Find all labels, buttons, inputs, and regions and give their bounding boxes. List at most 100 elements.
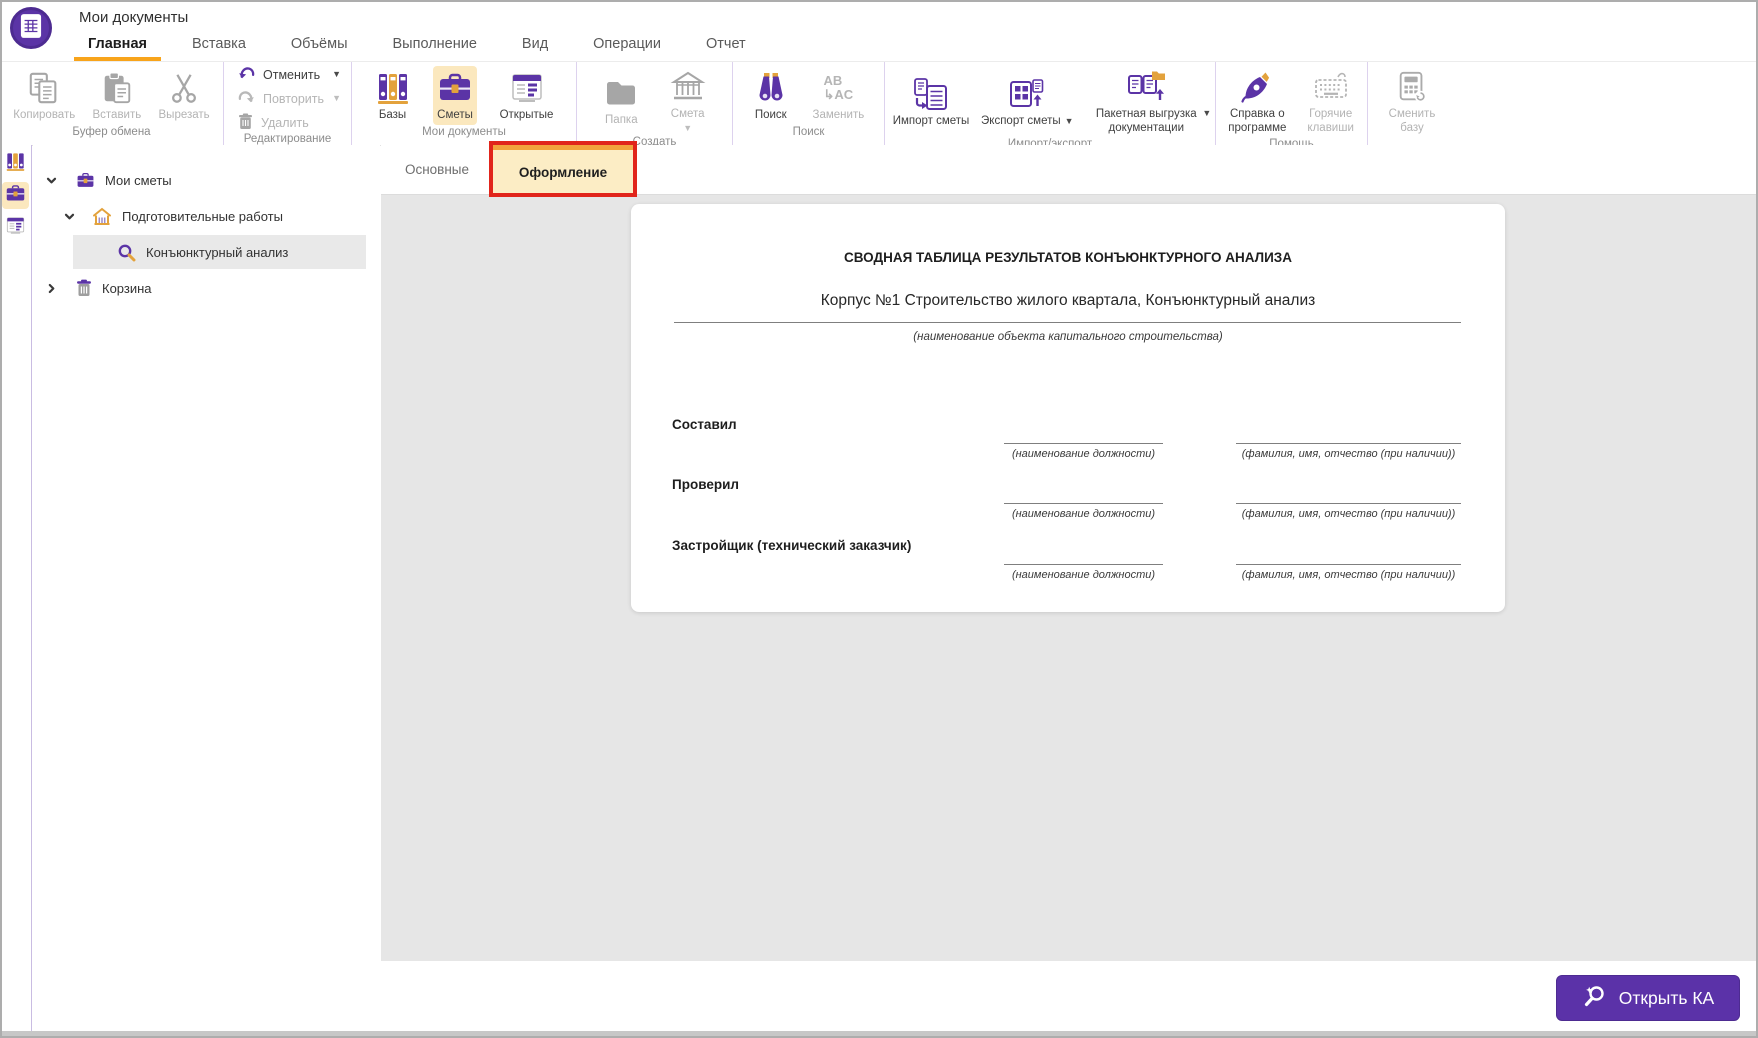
export-icon	[1008, 75, 1046, 113]
export-dropdown-caret[interactable]: ▼	[1065, 117, 1074, 126]
batch-export-button[interactable]: Пакетная выгрузка документации ▼	[1081, 65, 1211, 138]
redo-dropdown-caret[interactable]: ▼	[332, 94, 341, 103]
footer-bar: Открыть КА	[381, 961, 1756, 1031]
cut-button[interactable]: Вырезать	[155, 66, 214, 126]
chevron-down-icon[interactable]	[63, 210, 76, 223]
window-title: Мои документы	[79, 9, 189, 26]
binoculars-icon	[753, 69, 789, 107]
tree-item-prep-works[interactable]: Подготовительные работы	[33, 198, 380, 234]
fullname-field: (фамилия, имя, отчество (при наличии))	[1236, 535, 1461, 581]
menu-tab-glavnaya[interactable]: Главная	[74, 36, 161, 61]
trash-icon	[76, 279, 92, 297]
fullname-caption: (фамилия, имя, отчество (при наличии))	[1241, 508, 1456, 520]
strip-opened-button[interactable]	[2, 214, 29, 241]
estimates-tree: Мои сметы Подготовительные работы Конъюн…	[33, 145, 380, 1031]
redo-icon	[238, 89, 255, 108]
position-field: (наименование должности)	[1004, 414, 1163, 460]
binders-icon	[5, 151, 26, 177]
undo-dropdown-caret[interactable]: ▼	[332, 70, 341, 79]
menu-tab-vid[interactable]: Вид	[522, 36, 548, 52]
group-label-search: Поиск	[792, 126, 825, 138]
menu-tab-vypolnenie[interactable]: Выполнение	[393, 36, 477, 52]
field-row-compiler: Составил (наименование должности) (фамил…	[631, 414, 1505, 472]
undo-button[interactable]: Отменить ▼	[238, 65, 351, 84]
new-folder-button[interactable]: Папка	[599, 71, 643, 131]
opened-docs-icon	[509, 69, 545, 107]
house-icon	[92, 207, 112, 226]
field-row-checker: Проверил (наименование должности) (фамил…	[631, 474, 1505, 532]
magnifier-icon	[117, 243, 136, 262]
bases-button[interactable]: Базы	[371, 66, 415, 126]
magnifier-icon	[1582, 983, 1608, 1014]
tab-main[interactable]: Основные	[381, 145, 493, 194]
group-label-clipboard: Буфер обмена	[72, 126, 151, 138]
search-button[interactable]: Поиск	[749, 66, 793, 126]
tab-design[interactable]: Оформление	[489, 141, 637, 197]
fullname-field: (фамилия, имя, отчество (при наличии))	[1236, 414, 1461, 460]
import-estimate-button[interactable]: Импорт сметы	[889, 72, 974, 132]
replace-icon: AB ↳AC	[823, 73, 854, 102]
hotkeys-button[interactable]: Горячие клавиши	[1299, 65, 1363, 138]
object-name-underline	[674, 322, 1461, 323]
tree-item-my-estimates[interactable]: Мои сметы	[33, 162, 380, 198]
object-name: Корпус №1 Строительство жилого квартала,…	[820, 292, 1316, 309]
document-preview-card: СВОДНАЯ ТАБЛИЦА РЕЗУЛЬТАТОВ КОНЪЮНКТУРНО…	[631, 204, 1505, 612]
delete-button[interactable]: Удалить	[238, 113, 351, 133]
group-label-switchbase	[1368, 138, 1520, 145]
main-menu: Главная Вставка Объёмы Выполнение Вид Оп…	[74, 31, 746, 61]
tree-item-recycle-bin[interactable]: Корзина	[33, 270, 380, 306]
fullname-field: (фамилия, имя, отчество (при наличии))	[1236, 474, 1461, 520]
batch-export-dropdown-caret[interactable]: ▼	[1202, 109, 1211, 118]
ribbon-group-clipboard: Копировать Вставить Вырезать Буфер обмен…	[0, 62, 224, 145]
ribbon-group-mydocs: Базы Сметы Открытые Мои документы	[352, 62, 577, 145]
menu-tab-operacii[interactable]: Операции	[593, 36, 661, 52]
strip-bases-button[interactable]	[2, 150, 29, 177]
position-caption: (наименование должности)	[1011, 508, 1156, 520]
position-caption: (наименование должности)	[1011, 448, 1156, 460]
new-estimate-dropdown-caret[interactable]: ▼	[683, 123, 692, 133]
spreadsheet-logo-icon	[20, 13, 42, 44]
ribbon: Копировать Вставить Вырезать Буфер обмен…	[0, 61, 1758, 150]
building-icon	[670, 68, 706, 106]
menu-tab-obyomy[interactable]: Объёмы	[291, 36, 348, 52]
paste-button[interactable]: Вставить	[88, 66, 145, 126]
menu-tab-otchet[interactable]: Отчет	[706, 36, 746, 52]
titlebar: Мои документы Главная Вставка Объёмы Вып…	[0, 0, 1758, 61]
briefcase-icon	[5, 183, 26, 209]
field-row-developer: Застройщик (технический заказчик) (наиме…	[631, 535, 1505, 593]
copy-button[interactable]: Копировать	[9, 66, 79, 126]
opened-button[interactable]: Открытые	[496, 66, 558, 126]
open-ka-button[interactable]: Открыть КА	[1556, 975, 1740, 1021]
about-button[interactable]: Справка о программе	[1220, 65, 1294, 138]
new-estimate-button[interactable]: Смета ▼	[666, 65, 710, 136]
replace-button[interactable]: AB ↳AC Заменить	[809, 66, 869, 126]
strip-estimates-button[interactable]	[2, 182, 29, 209]
scissors-icon	[167, 69, 201, 107]
chevron-down-icon[interactable]	[45, 174, 58, 187]
copy-icon	[27, 69, 61, 107]
content-area: Основные Оформление СВОДНАЯ ТАБЛИЦА РЕЗУ…	[381, 141, 1756, 1031]
briefcase-icon	[437, 69, 473, 107]
paste-icon	[100, 69, 134, 107]
field-label: Застройщик (технический заказчик)	[672, 538, 912, 553]
menu-tab-vstavka[interactable]: Вставка	[192, 36, 246, 52]
position-field: (наименование должности)	[1004, 535, 1163, 581]
ribbon-group-help: Справка о программе Горячие клавиши Помо…	[1216, 62, 1368, 150]
ribbon-filler	[1520, 62, 1758, 145]
estimates-button[interactable]: Сметы	[433, 65, 478, 126]
keyboard-icon	[1312, 68, 1350, 106]
redo-button[interactable]: Повторить ▼	[238, 89, 351, 108]
export-estimate-button[interactable]: Экспорт сметы ▼	[977, 72, 1078, 132]
field-label: Проверил	[672, 477, 739, 492]
calculator-icon	[1395, 68, 1429, 106]
ribbon-group-switchbase: Сменить базу	[1368, 62, 1520, 145]
position-caption: (наименование должности)	[1011, 569, 1156, 581]
switch-base-button[interactable]: Сменить базу	[1380, 65, 1444, 138]
tree-item-conjuncture-analysis[interactable]: Конъюнктурный анализ	[73, 235, 366, 269]
window-bottom-edge	[0, 1031, 1758, 1038]
chevron-right-icon[interactable]	[45, 282, 58, 295]
fullname-caption: (фамилия, имя, отчество (при наличии))	[1241, 569, 1456, 581]
folder-icon	[603, 74, 639, 112]
document-tab-bar: Основные Оформление	[381, 141, 1756, 197]
undo-icon	[238, 65, 255, 84]
